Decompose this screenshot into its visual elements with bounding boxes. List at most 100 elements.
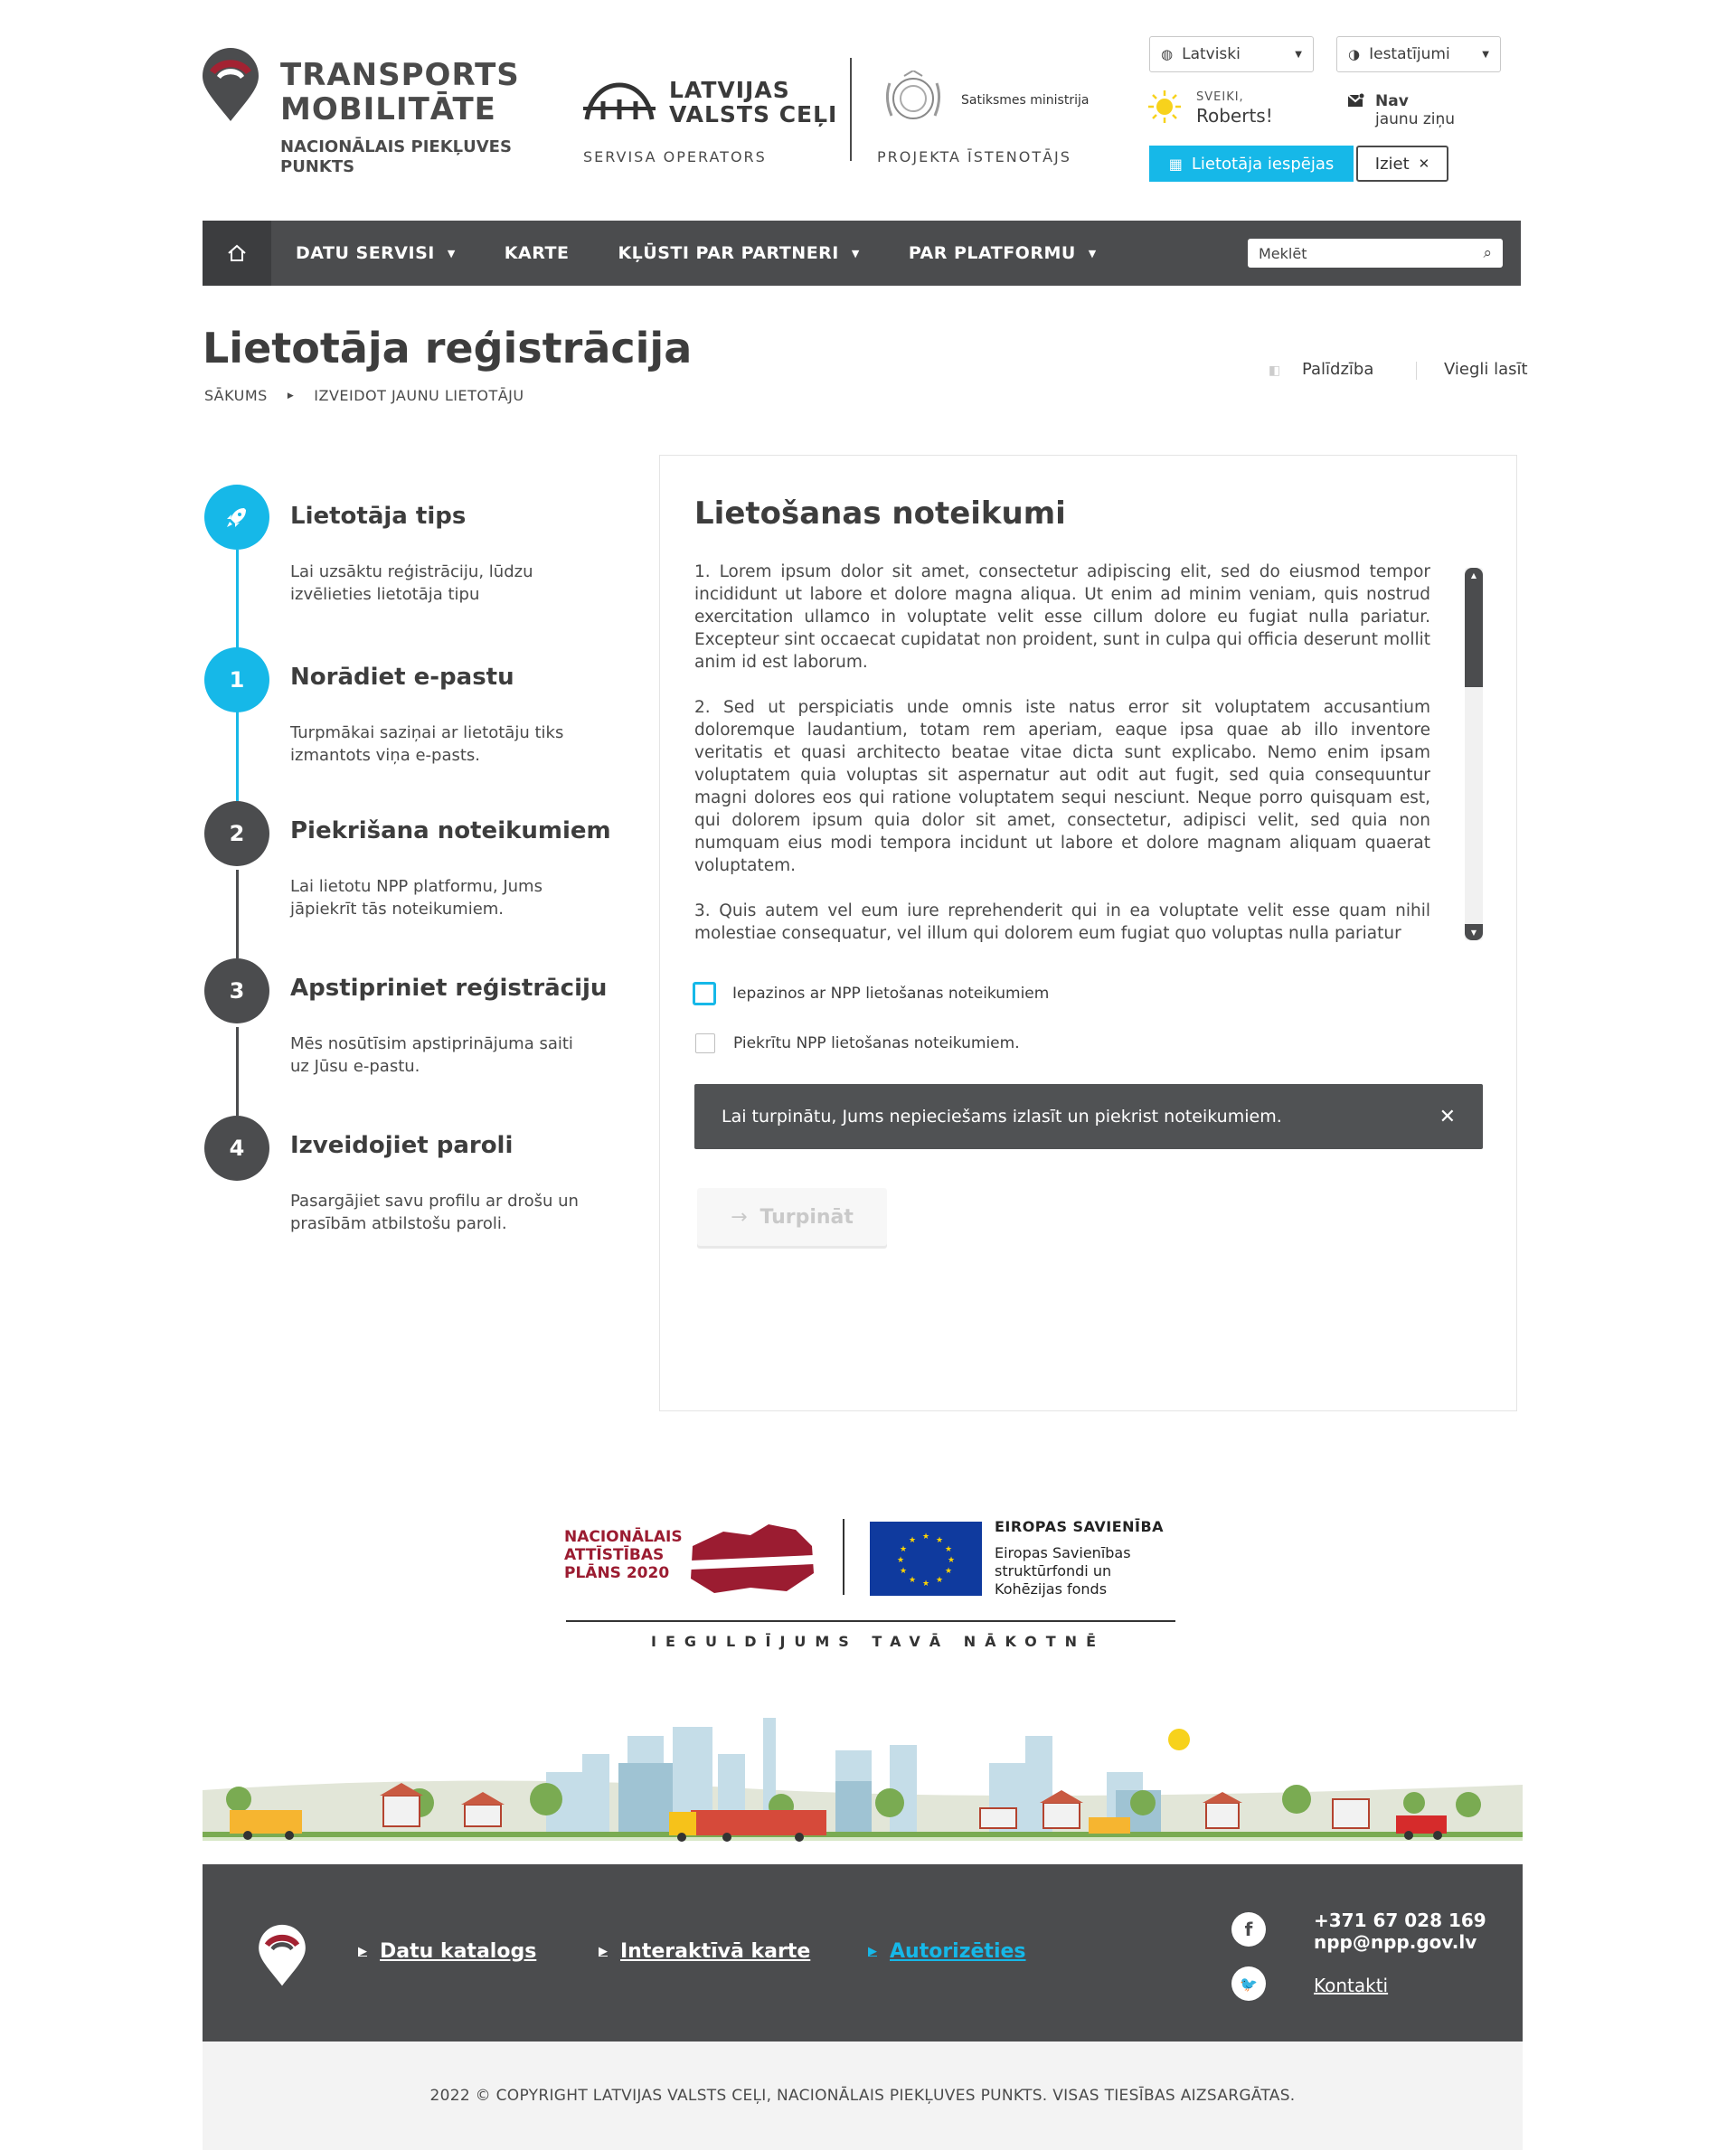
search-input[interactable]: Meklēt ⌕	[1248, 239, 1503, 268]
search-placeholder: Meklēt	[1259, 244, 1307, 262]
mail-icon	[1347, 92, 1365, 112]
ministry-role: PROJEKTA ĪSTENOTĀJS	[877, 148, 1071, 165]
home-button[interactable]	[203, 221, 271, 286]
settings-select[interactable]: ◑ Iestatījumi ▼	[1336, 36, 1501, 72]
greeting-name: Roberts!	[1196, 105, 1273, 127]
help-icon: ◧	[1269, 363, 1281, 378]
svg-text:★: ★	[945, 1567, 952, 1576]
terms-paragraph: 1. Lorem ipsum dolor sit amet, consectet…	[694, 562, 1430, 672]
lvc-logo-icon	[583, 80, 656, 125]
user-options-button[interactable]: ▦ Lietotāja iespējas	[1149, 146, 1354, 182]
invest-slogan: IEGULDĪJUMS TAVĀ NĀKOTNĒ	[651, 1633, 1105, 1650]
terms-text: 1. Lorem ipsum dolor sit amet, consectet…	[694, 561, 1430, 944]
scroll-up-icon[interactable]: ▲	[1465, 568, 1483, 582]
checkbox-agree-terms-box[interactable]	[695, 1033, 715, 1053]
svg-text:★: ★	[909, 1576, 916, 1585]
terms-alert-message: Lai turpinātu, Jums nepieciešams izlasīt…	[722, 1107, 1282, 1127]
ministry-name: Satiksmes ministrija	[961, 93, 1090, 108]
close-icon: ✕	[1418, 156, 1430, 172]
brand-title: TRANSPORTS MOBILITĀTE	[280, 58, 520, 127]
footer-contacts-link[interactable]: Kontakti	[1314, 1975, 1388, 1996]
checkbox-read-terms-box[interactable]	[693, 982, 716, 1005]
nav-item-map[interactable]: KARTE	[505, 243, 570, 263]
greeting-label: SVEIKI,	[1196, 90, 1244, 104]
sun-icon	[1146, 89, 1183, 128]
svg-text:★: ★	[922, 1532, 929, 1542]
logout-button[interactable]: Iziet ✕	[1356, 146, 1448, 182]
caret-down-icon: ▼	[1482, 49, 1489, 60]
settings-select-value: Iestatījumi	[1369, 45, 1450, 63]
checkbox-agree-terms-label: Piekrītu NPP lietošanas noteikumiem.	[733, 1034, 1020, 1052]
step-badge-email: 1	[204, 647, 269, 712]
language-select[interactable]: ◍ Latviski ▼	[1149, 36, 1314, 72]
brand-subtitle-line-2: PUNKTS	[280, 157, 355, 176]
play-arrow-icon: ▶	[868, 1945, 877, 1958]
nap-line-1: NACIONĀLAIS	[564, 1528, 683, 1546]
header-divider	[850, 58, 852, 161]
copyright-bar: 2022 © COPYRIGHT LATVIJAS VALSTS CEĻI, N…	[203, 2042, 1523, 2150]
breadcrumb-current: IZVEIDOT JAUNU LIETOTĀJU	[314, 387, 524, 404]
easy-read-link[interactable]: Viegli lasīt	[1444, 360, 1528, 379]
nav-item-become-partner[interactable]: KĻŪSTI PAR PARTNERI ▼	[618, 243, 859, 263]
checkbox-agree-terms[interactable]: Piekrītu NPP lietošanas noteikumiem.	[695, 1033, 1020, 1053]
step-title: Norādiet e-pastu	[290, 664, 514, 691]
lvc-name-line-1: LATVIJAS	[669, 77, 790, 103]
coat-of-arms-icon	[877, 69, 949, 130]
footer-email[interactable]: npp@npp.gov.lv	[1314, 1931, 1477, 1953]
footer-link-interactive-map[interactable]: ▶ Interaktīvā karte	[599, 1940, 810, 1963]
continue-button-label: Turpināt	[760, 1205, 854, 1229]
footer-link-label: Interaktīvā karte	[620, 1940, 811, 1963]
continue-button[interactable]: → Turpināt	[697, 1188, 887, 1246]
close-icon[interactable]: ✕	[1439, 1106, 1456, 1128]
step-description: Lai lietotu NPP platformu, Jums jāpiekrī…	[290, 877, 542, 919]
step-title: Lietotāja tips	[290, 503, 467, 530]
twitter-icon[interactable]: 🐦	[1231, 1966, 1266, 2001]
caret-down-icon: ▼	[851, 247, 860, 259]
map-pin-logo-icon	[203, 48, 259, 121]
play-arrow-icon: ▶	[599, 1945, 608, 1958]
footer-link-data-catalog[interactable]: ▶ Datu katalogs	[358, 1940, 536, 1963]
terms-scroll-area[interactable]: 1. Lorem ipsum dolor sit amet, consectet…	[694, 561, 1430, 944]
nav-item-about-platform[interactable]: PAR PLATFORMU ▼	[909, 243, 1097, 263]
map-pin-logo-icon	[259, 1924, 306, 1986]
contrast-icon: ◑	[1348, 46, 1361, 62]
facebook-icon[interactable]: f	[1231, 1912, 1266, 1947]
messages-status[interactable]: Nav	[1375, 92, 1409, 110]
step-badge-password: 4	[204, 1116, 269, 1181]
svg-text:★: ★	[936, 1536, 943, 1545]
checkbox-read-terms[interactable]: Iepazinos ar NPP lietošanas noteikumiem	[693, 982, 1049, 1005]
step-description: Pasargājiet savu profilu ar drošu un pra…	[290, 1192, 579, 1233]
globe-icon: ◍	[1161, 46, 1174, 62]
brand-title-line-2: MOBILITĀTE	[280, 91, 496, 127]
eu-flag-icon: ★ ★ ★ ★ ★ ★ ★ ★ ★ ★ ★ ★	[870, 1522, 982, 1596]
main-navigation: DATU SERVISI ▼ KARTE KĻŪSTI PAR PARTNERI…	[203, 221, 1521, 286]
arrow-right-icon: →	[731, 1205, 748, 1229]
step-title: Izveidojiet paroli	[290, 1132, 514, 1159]
funding-divider	[843, 1519, 844, 1595]
svg-text:★: ★	[936, 1576, 943, 1585]
caret-down-icon: ▼	[1088, 247, 1097, 259]
footer-logo[interactable]	[257, 1924, 307, 1991]
breadcrumb: SĀKUMS ▶ IZVEIDOT JAUNU LIETOTĀJU	[204, 387, 524, 404]
search-icon[interactable]: ⌕	[1483, 244, 1492, 262]
step-title: Piekrišana noteikumiem	[290, 817, 611, 844]
nap-line-3: PLĀNS 2020	[564, 1564, 670, 1582]
footer-phone[interactable]: +371 67 028 169	[1314, 1910, 1486, 1931]
breadcrumb-home-link[interactable]: SĀKUMS	[204, 387, 268, 404]
user-options-button-label: Lietotāja iespējas	[1191, 154, 1335, 174]
scroll-down-icon[interactable]: ▼	[1465, 924, 1483, 940]
footer-link-login[interactable]: ▶ Autorizēties	[868, 1940, 1026, 1963]
nap-line-2: ATTĪSTĪBAS	[564, 1546, 665, 1564]
step-description: Mēs nosūtīsim apstiprinājuma saiti uz Jū…	[290, 1034, 573, 1076]
step-connector	[236, 711, 239, 810]
scrollbar-thumb[interactable]	[1465, 582, 1483, 687]
site-logo[interactable]	[201, 47, 260, 127]
help-link-label: Palīdzība	[1301, 360, 1374, 379]
nav-item-label: KARTE	[504, 243, 570, 263]
eu-line-3: Kohēzijas fonds	[995, 1580, 1108, 1598]
lvc-name: LATVIJAS VALSTS CEĻI	[669, 78, 837, 127]
nav-item-label: PAR PLATFORMU	[908, 243, 1076, 263]
nav-item-data-services[interactable]: DATU SERVISI ▼	[296, 243, 456, 263]
help-link[interactable]: ◧ Palīdzība	[1269, 360, 1373, 379]
brand-title-line-1: TRANSPORTS	[280, 57, 520, 93]
